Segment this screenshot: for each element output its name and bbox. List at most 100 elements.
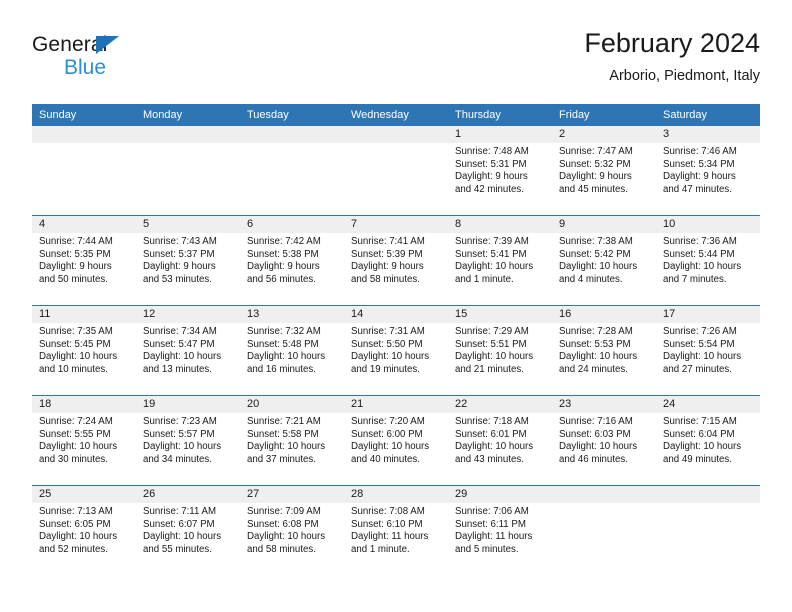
page-title: February 2024 — [584, 28, 760, 58]
day-number-empty — [136, 126, 240, 143]
day-number: 13 — [247, 308, 260, 320]
day-number: 29 — [455, 488, 468, 500]
sunrise-text: Sunrise: 7:28 AM — [559, 326, 633, 337]
day-cell[interactable]: Sunrise: 7:38 AM Sunset: 5:42 PM Daylight:… — [552, 233, 656, 305]
day-cell-empty — [552, 503, 656, 575]
sunset-text: Sunset: 5:55 PM — [39, 428, 111, 440]
daylight-text: Daylight: 10 hours and 34 minutes. — [143, 441, 222, 465]
day-cell[interactable]: Sunrise: 7:36 AM Sunset: 5:44 PM Daylight:… — [656, 233, 760, 305]
day-cell[interactable]: Sunrise: 7:28 AM Sunset: 5:53 PM Daylight:… — [552, 323, 656, 395]
day-number-band: 25 26 27 28 29 — [32, 486, 760, 503]
daylight-text: Daylight: 10 hours and 55 minutes. — [143, 531, 222, 555]
daylight-text: Daylight: 9 hours and 47 minutes. — [663, 171, 736, 195]
day-cell[interactable]: Sunrise: 7:23 AM Sunset: 5:57 PM Daylight:… — [136, 413, 240, 485]
day-number: 20 — [247, 398, 260, 410]
day-number-band: 1 2 3 — [32, 126, 760, 143]
day-cell[interactable]: Sunrise: 7:16 AM Sunset: 6:03 PM Daylight:… — [552, 413, 656, 485]
day-number: 2 — [559, 128, 566, 140]
sunset-text: Sunset: 5:53 PM — [559, 338, 631, 350]
day-number: 5 — [143, 218, 150, 230]
day-cell[interactable]: Sunrise: 7:21 AM Sunset: 5:58 PM Daylight:… — [240, 413, 344, 485]
sunrise-text: Sunrise: 7:41 AM — [351, 236, 425, 247]
weekday-header-row: Sunday Monday Tuesday Wednesday Thursday… — [32, 104, 760, 126]
sunrise-text: Sunrise: 7:44 AM — [39, 236, 113, 247]
day-cell[interactable]: Sunrise: 7:24 AM Sunset: 5:55 PM Daylight:… — [32, 413, 136, 485]
day-number-empty — [240, 126, 344, 143]
day-cell[interactable]: Sunrise: 7:13 AM Sunset: 6:05 PM Daylight:… — [32, 503, 136, 575]
calendar-week-row: 4 5 6 7 8 9 10 Sunrise: 7:44 AM Sunset: 5:35 PM D… — [32, 215, 760, 305]
weekday-header-tuesday: Tuesday — [247, 109, 289, 121]
day-cell[interactable]: Sunrise: 7:32 AM Sunset: 5:48 PM Daylight:… — [240, 323, 344, 395]
day-number-band: 18 19 20 21 22 23 24 — [32, 396, 760, 413]
sunset-text: Sunset: 5:44 PM — [663, 248, 735, 260]
day-number: 27 — [247, 488, 260, 500]
day-cell[interactable]: Sunrise: 7:29 AM Sunset: 5:51 PM Daylight:… — [448, 323, 552, 395]
daylight-text: Daylight: 10 hours and 21 minutes. — [455, 351, 534, 375]
day-cell[interactable]: Sunrise: 7:47 AM Sunset: 5:32 PM Daylight:… — [552, 143, 656, 215]
day-number: 14 — [351, 308, 364, 320]
day-cell[interactable]: Sunrise: 7:48 AM Sunset: 5:31 PM Daylight:… — [448, 143, 552, 215]
day-number: 7 — [351, 218, 358, 230]
day-cell[interactable]: Sunrise: 7:46 AM Sunset: 5:34 PM Daylight:… — [656, 143, 760, 215]
day-detail-band: Sunrise: 7:44 AM Sunset: 5:35 PM Daylight:… — [32, 233, 760, 305]
day-number-empty — [32, 126, 136, 143]
day-cell[interactable]: Sunrise: 7:35 AM Sunset: 5:45 PM Daylight:… — [32, 323, 136, 395]
day-cell[interactable]: Sunrise: 7:18 AM Sunset: 6:01 PM Daylight:… — [448, 413, 552, 485]
sunset-text: Sunset: 6:00 PM — [351, 428, 423, 440]
calendar-page: General Blue February 2024 Arborio, Pied… — [0, 0, 792, 612]
day-cell[interactable]: Sunrise: 7:34 AM Sunset: 5:47 PM Daylight:… — [136, 323, 240, 395]
sunrise-text: Sunrise: 7:35 AM — [39, 326, 113, 337]
day-number: 11 — [39, 308, 51, 320]
sunset-text: Sunset: 6:10 PM — [351, 518, 423, 530]
sunset-text: Sunset: 6:04 PM — [663, 428, 735, 440]
calendar-week-row: 25 26 27 28 29 Sunrise: 7:13 AM Sunset: 6:05 P… — [32, 485, 760, 575]
daylight-text: Daylight: 9 hours and 45 minutes. — [559, 171, 632, 195]
daylight-text: Daylight: 10 hours and 16 minutes. — [247, 351, 326, 375]
daylight-text: Daylight: 9 hours and 56 minutes. — [247, 261, 320, 285]
day-number: 28 — [351, 488, 364, 500]
weekday-header-saturday: Saturday — [663, 109, 708, 121]
day-cell-empty — [136, 143, 240, 215]
day-cell[interactable]: Sunrise: 7:44 AM Sunset: 5:35 PM Daylight:… — [32, 233, 136, 305]
sunrise-text: Sunrise: 7:31 AM — [351, 326, 425, 337]
day-cell[interactable]: Sunrise: 7:42 AM Sunset: 5:38 PM Daylight:… — [240, 233, 344, 305]
day-cell-empty — [32, 143, 136, 215]
day-cell-empty — [344, 143, 448, 215]
day-cell[interactable]: Sunrise: 7:09 AM Sunset: 6:08 PM Daylight:… — [240, 503, 344, 575]
daylight-text: Daylight: 10 hours and 43 minutes. — [455, 441, 534, 465]
day-number: 22 — [455, 398, 468, 410]
sunset-text: Sunset: 5:47 PM — [143, 338, 215, 350]
generalblue-logo[interactable]: General Blue — [32, 34, 232, 92]
sunrise-text: Sunrise: 7:13 AM — [39, 506, 113, 517]
calendar-week-row: 11 12 13 14 15 16 17 Sunrise: 7:35 AM Sunset: 5:… — [32, 305, 760, 395]
sunrise-text: Sunrise: 7:15 AM — [663, 416, 737, 427]
title-block: February 2024 Arborio, Piedmont, Italy — [584, 26, 760, 86]
day-cell[interactable]: Sunrise: 7:20 AM Sunset: 6:00 PM Daylight:… — [344, 413, 448, 485]
day-cell[interactable]: Sunrise: 7:26 AM Sunset: 5:54 PM Daylight:… — [656, 323, 760, 395]
sunset-text: Sunset: 5:41 PM — [455, 248, 527, 260]
sunset-text: Sunset: 5:50 PM — [351, 338, 423, 350]
day-detail-band: Sunrise: 7:24 AM Sunset: 5:55 PM Daylight:… — [32, 413, 760, 485]
sunrise-text: Sunrise: 7:38 AM — [559, 236, 633, 247]
logo-text-general: General — [32, 33, 108, 56]
sunrise-text: Sunrise: 7:09 AM — [247, 506, 321, 517]
day-cell[interactable]: Sunrise: 7:39 AM Sunset: 5:41 PM Daylight:… — [448, 233, 552, 305]
day-cell[interactable]: Sunrise: 7:43 AM Sunset: 5:37 PM Daylight:… — [136, 233, 240, 305]
daylight-text: Daylight: 10 hours and 13 minutes. — [143, 351, 222, 375]
day-cell-empty — [656, 503, 760, 575]
day-number: 4 — [39, 218, 46, 230]
day-cell[interactable]: Sunrise: 7:41 AM Sunset: 5:39 PM Daylight:… — [344, 233, 448, 305]
sunset-text: Sunset: 5:48 PM — [247, 338, 319, 350]
day-cell[interactable]: Sunrise: 7:06 AM Sunset: 6:11 PM Daylight:… — [448, 503, 552, 575]
weekday-header-sunday: Sunday — [39, 109, 77, 121]
daylight-text: Daylight: 10 hours and 24 minutes. — [559, 351, 638, 375]
day-detail-band: Sunrise: 7:48 AM Sunset: 5:31 PM Daylight:… — [32, 143, 760, 215]
weekday-header-wednesday: Wednesday — [351, 109, 409, 121]
page-header: General Blue February 2024 Arborio, Pied… — [32, 26, 760, 94]
day-number: 8 — [455, 218, 462, 230]
day-cell[interactable]: Sunrise: 7:11 AM Sunset: 6:07 PM Daylight:… — [136, 503, 240, 575]
day-cell[interactable]: Sunrise: 7:08 AM Sunset: 6:10 PM Daylight:… — [344, 503, 448, 575]
day-cell[interactable]: Sunrise: 7:31 AM Sunset: 5:50 PM Daylight:… — [344, 323, 448, 395]
daylight-text: Daylight: 9 hours and 58 minutes. — [351, 261, 424, 285]
day-cell[interactable]: Sunrise: 7:15 AM Sunset: 6:04 PM Daylight:… — [656, 413, 760, 485]
